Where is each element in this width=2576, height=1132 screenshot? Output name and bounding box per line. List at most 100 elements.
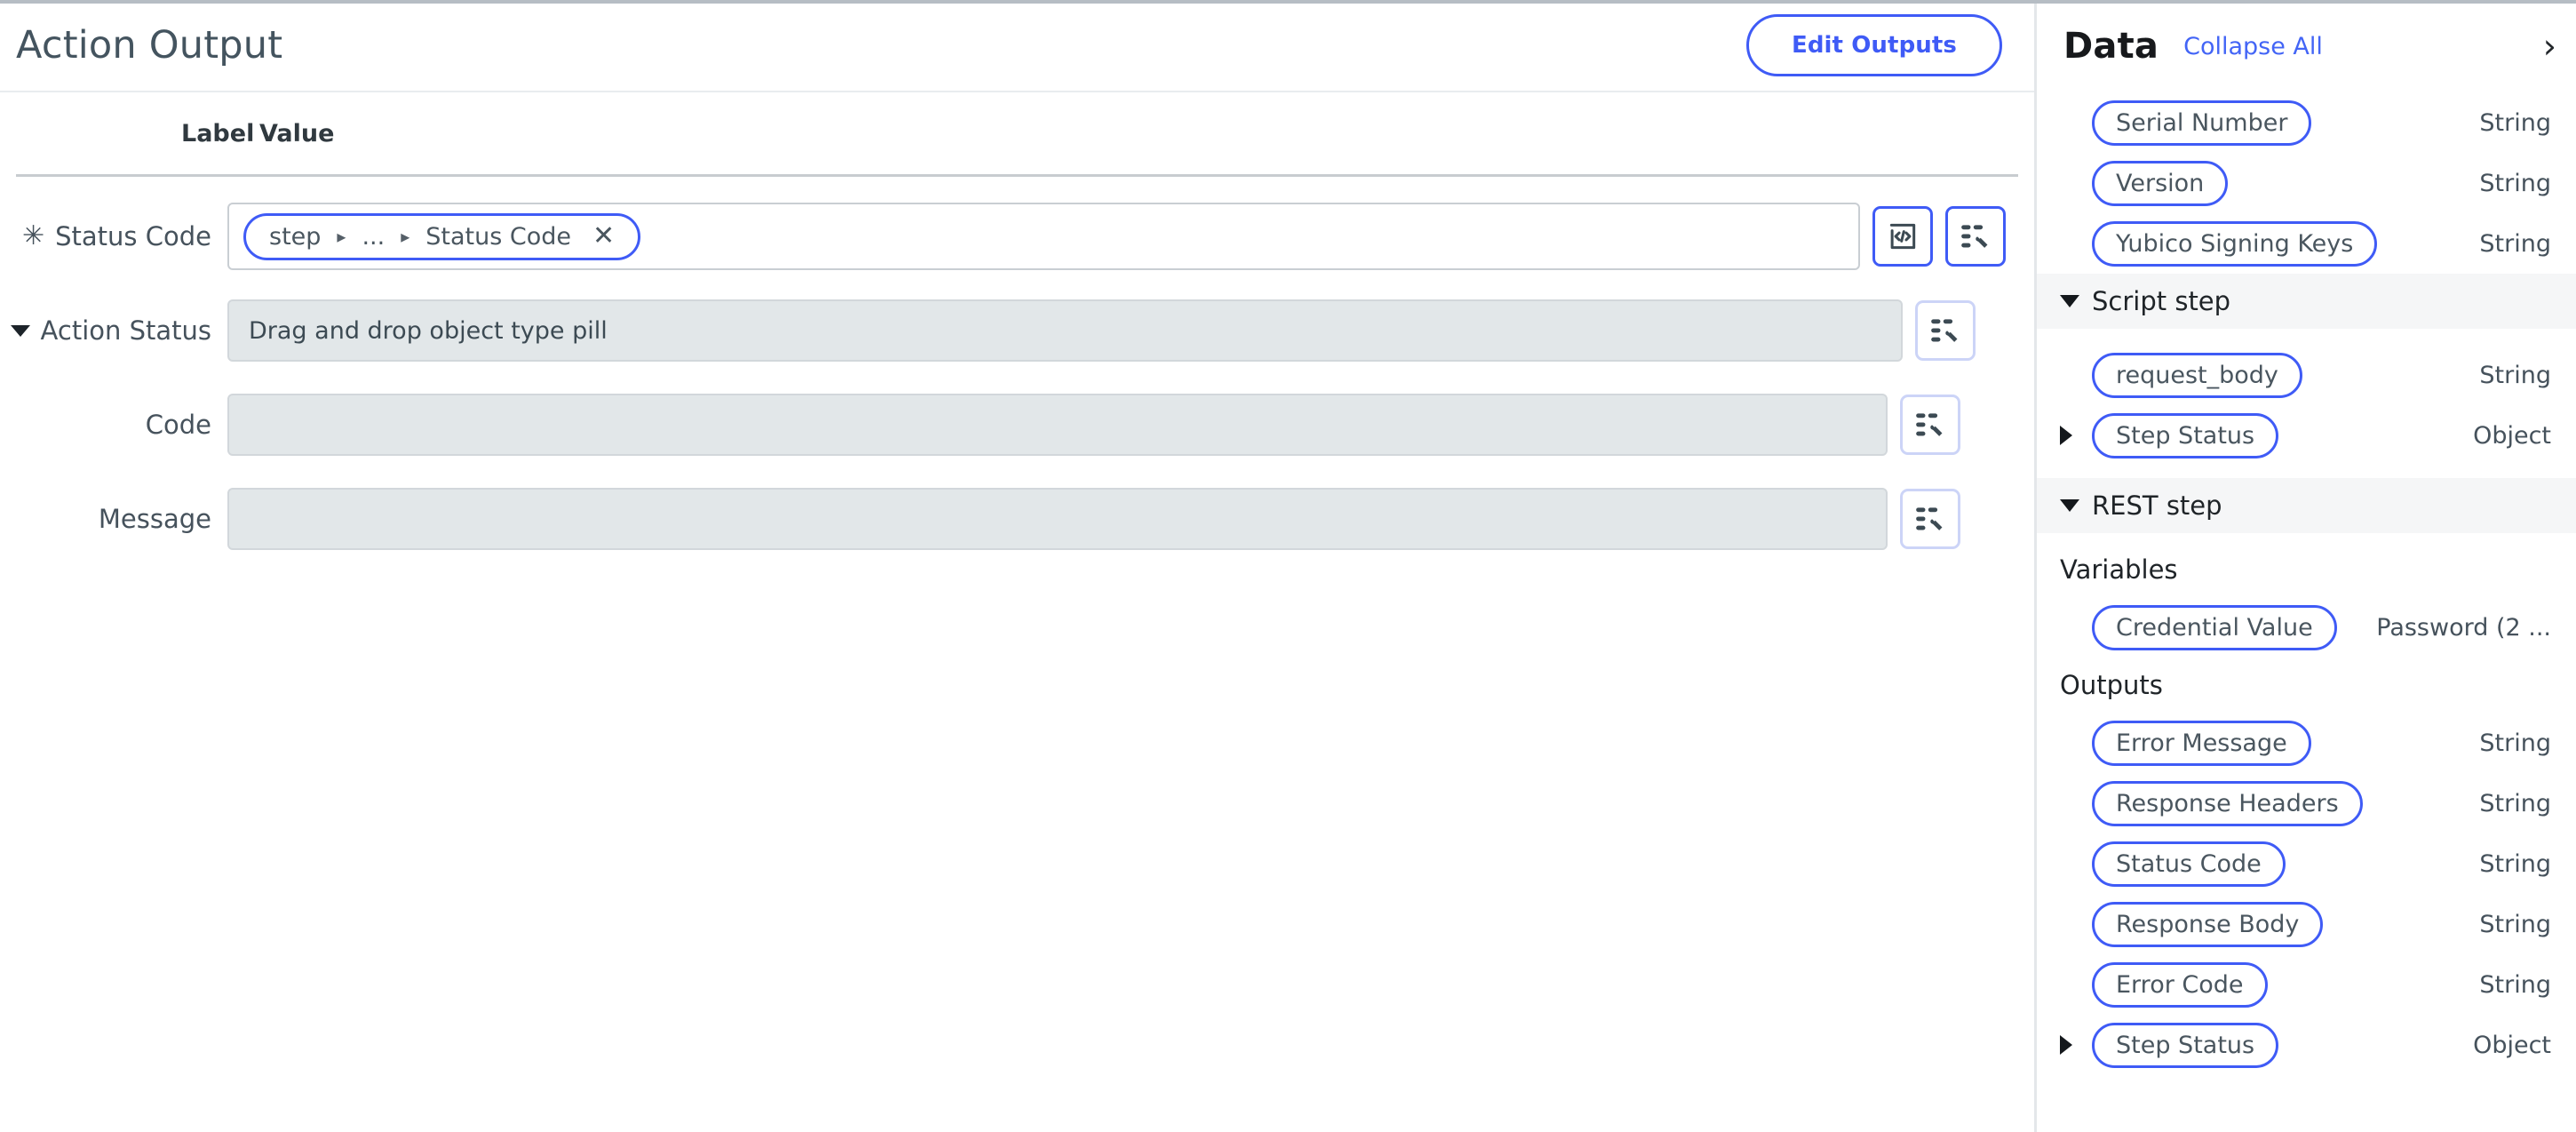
group-label-outputs: Outputs (2060, 670, 2163, 700)
data-type-label: Object (2473, 421, 2551, 450)
field-status-code: step ▸ ... ▸ Status Code ✕ (227, 203, 2006, 270)
magic-wand-list-icon (1928, 314, 1962, 347)
row-label-code: Code (0, 410, 227, 440)
message-value[interactable] (227, 488, 1888, 550)
data-sidebar: Data Collapse All › Serial Number String… (2034, 0, 2576, 1132)
remove-token-icon[interactable]: ✕ (592, 223, 615, 250)
code-value[interactable] (227, 394, 1888, 456)
edit-outputs-button[interactable]: Edit Outputs (1745, 14, 2002, 76)
code-brackets-icon-button[interactable] (1872, 206, 1933, 267)
expander-slot[interactable] (2060, 426, 2092, 445)
panel-header: Action Output Edit Outputs (0, 0, 2034, 92)
chevron-down-icon[interactable] (2060, 499, 2079, 512)
list-item[interactable]: Response Headers String (2037, 773, 2576, 833)
required-asterisk-icon: ✳ (21, 220, 45, 251)
row-message: Message (0, 481, 2034, 557)
sidebar-title: Data (2063, 26, 2159, 67)
list-item[interactable]: Yubico Signing Keys String (2037, 213, 2576, 274)
sidebar-header: Data Collapse All › (2037, 0, 2576, 92)
magic-wand-list-icon (1913, 408, 1947, 442)
data-pill-yubico-signing-keys[interactable]: Yubico Signing Keys (2092, 220, 2378, 267)
section-title: Script step (2092, 286, 2231, 316)
list-item[interactable]: Error Code String (2037, 954, 2576, 1015)
data-token-chip[interactable]: step ▸ ... ▸ Status Code ✕ (243, 212, 641, 260)
field-action-status: Drag and drop object type pill (227, 299, 1976, 362)
chevron-right-icon[interactable]: › (2543, 29, 2556, 63)
data-type-label: String (2479, 970, 2551, 999)
row-label-action-status[interactable]: Action Status (0, 315, 227, 346)
data-type-label: Password (2 ... (2376, 613, 2551, 642)
list-item[interactable]: Error Message String (2037, 713, 2576, 773)
column-header-value: Value (259, 119, 335, 147)
row-label-text: Status Code (55, 221, 211, 251)
chevron-right-icon[interactable] (2060, 426, 2072, 445)
magic-wand-list-icon-button[interactable] (1945, 206, 2006, 267)
list-item[interactable]: Step Status Object (2037, 1015, 2576, 1075)
app-root: Action Output Edit Outputs Label Value ✳… (0, 0, 2576, 1132)
row-label-text: Code (145, 410, 211, 440)
column-header-label: Label (181, 119, 255, 147)
data-type-label: String (2479, 169, 2551, 197)
list-item[interactable]: Version String (2037, 153, 2576, 213)
collapse-all-link[interactable]: Collapse All (2183, 33, 2323, 60)
data-pill-response-body[interactable]: Response Body (2092, 901, 2324, 947)
section-header-rest-step[interactable]: REST step (2037, 478, 2576, 533)
list-item[interactable]: Credential Value Password (2 ... (2037, 597, 2576, 658)
section-title: REST step (2092, 490, 2222, 521)
token-part-step: step (269, 222, 322, 251)
status-code-input[interactable]: step ▸ ... ▸ Status Code ✕ (227, 203, 1860, 270)
table-header-row: Label Value (0, 92, 2034, 174)
data-pill-error-code[interactable]: Error Code (2092, 961, 2268, 1008)
list-item[interactable]: Response Body String (2037, 894, 2576, 954)
chevron-down-icon[interactable] (10, 324, 30, 337)
output-rows: ✳ Status Code step ▸ ... ▸ Status Code ✕ (0, 177, 2034, 557)
window-top-divider (0, 0, 2576, 4)
data-type-label: String (2479, 910, 2551, 938)
data-pill-step-status[interactable]: Step Status (2092, 1022, 2279, 1068)
field-message (227, 488, 1960, 550)
token-part-ellipsis: ... (362, 222, 386, 251)
chevron-down-icon[interactable] (2060, 295, 2079, 307)
row-code: Code (0, 387, 2034, 463)
row-status-code: ✳ Status Code step ▸ ... ▸ Status Code ✕ (0, 198, 2034, 275)
action-output-panel: Action Output Edit Outputs Label Value ✳… (0, 0, 2034, 1132)
data-pill-step-status[interactable]: Step Status (2092, 412, 2279, 458)
list-item[interactable]: Status Code String (2037, 833, 2576, 894)
data-type-label: Object (2473, 1031, 2551, 1059)
data-type-label: String (2479, 229, 2551, 258)
row-label-message: Message (0, 504, 227, 534)
list-item[interactable]: Serial Number String (2037, 92, 2576, 153)
data-type-label: String (2479, 361, 2551, 389)
data-pill-error-message[interactable]: Error Message (2092, 720, 2311, 766)
page-title: Action Output (16, 23, 283, 68)
row-label-status-code: ✳ Status Code (0, 221, 227, 251)
data-type-label: String (2479, 108, 2551, 137)
token-part-field: Status Code (425, 222, 571, 251)
magic-wand-list-icon-button[interactable] (1900, 489, 1960, 549)
magic-wand-list-icon-button[interactable] (1915, 300, 1976, 361)
chevron-right-icon[interactable] (2060, 1035, 2072, 1055)
section-header-script-step[interactable]: Script step (2037, 274, 2576, 329)
data-pill-version[interactable]: Version (2092, 160, 2229, 206)
data-pill-serial-number[interactable]: Serial Number (2092, 100, 2312, 146)
magic-wand-list-icon-button[interactable] (1900, 395, 1960, 455)
token-separator-icon: ▸ (337, 226, 346, 247)
data-pill-credential-value[interactable]: Credential Value (2092, 604, 2337, 650)
data-pill-status-code[interactable]: Status Code (2092, 841, 2286, 887)
data-pill-response-headers[interactable]: Response Headers (2092, 780, 2363, 826)
field-code (227, 394, 1960, 456)
list-item[interactable]: Step Status Object (2037, 405, 2576, 466)
magic-wand-list-icon (1913, 502, 1947, 536)
list-item[interactable]: request_body String (2037, 345, 2576, 405)
action-status-value[interactable]: Drag and drop object type pill (227, 299, 1903, 362)
row-label-text: Action Status (40, 315, 211, 346)
group-label-variables: Variables (2060, 554, 2178, 585)
row-label-text: Message (98, 504, 211, 534)
data-pill-request-body[interactable]: request_body (2092, 352, 2302, 398)
code-brackets-icon (1886, 219, 1920, 253)
expander-slot[interactable] (2060, 1035, 2092, 1055)
token-separator-icon: ▸ (401, 226, 410, 247)
data-type-label: String (2479, 789, 2551, 817)
row-action-status: Action Status Drag and drop object type … (0, 292, 2034, 369)
magic-wand-list-icon (1959, 219, 1992, 253)
